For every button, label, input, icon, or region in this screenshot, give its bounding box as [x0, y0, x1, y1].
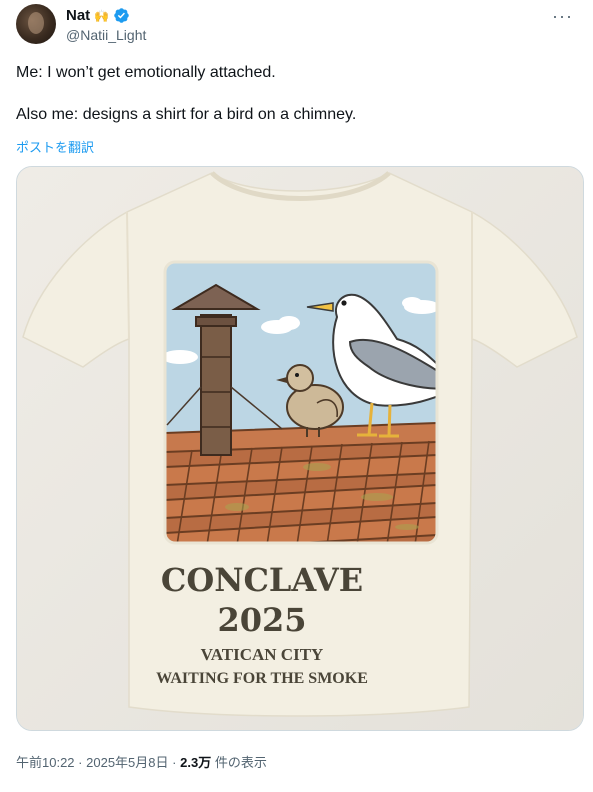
post-time[interactable]: 午前10:22: [16, 755, 75, 770]
meta-separator: ·: [172, 755, 177, 770]
verified-badge-icon: [114, 8, 129, 23]
post-date[interactable]: 2025年5月8日: [86, 755, 168, 770]
tshirt-illustration: CONCLAVE 2025 VATICAN CITY WAITING FOR T…: [17, 167, 583, 730]
shirt-year: 2025: [217, 601, 306, 639]
more-horizontal-icon[interactable]: ···: [552, 6, 573, 27]
translate-post-link[interactable]: ポストを翻訳: [16, 137, 94, 156]
tweet-media-image[interactable]: CONCLAVE 2025 VATICAN CITY WAITING FOR T…: [16, 166, 584, 731]
views-count: 2.3万: [180, 755, 212, 770]
tweet-header: Nat 🙌 @Natii_Light ···: [16, 0, 577, 52]
author-name-row: Nat 🙌: [66, 7, 130, 24]
tweet-text: Me: I won’t get emotionally attached. Al…: [16, 62, 576, 125]
shirt-line-2: WAITING FOR THE SMOKE: [156, 670, 368, 687]
meta-separator: ·: [78, 755, 83, 770]
tweet-line-2: Also me: designs a shirt for a bird on a…: [16, 106, 357, 123]
raised-hands-icon: 🙌: [94, 8, 110, 23]
tweet-line-1: Me: I won’t get emotionally attached.: [16, 64, 276, 81]
shirt-title: CONCLAVE: [161, 561, 363, 599]
views-label: 件の表示: [214, 755, 267, 770]
author-handle[interactable]: @Natii_Light: [66, 27, 146, 43]
display-name[interactable]: Nat: [66, 7, 90, 24]
avatar[interactable]: [16, 4, 56, 44]
shirt-print-art: [165, 262, 437, 543]
tweet-metadata: 午前10:22 · 2025年5月8日 · 2.3万 件の表示: [16, 752, 267, 771]
shirt-line-1: VATICAN CITY: [201, 645, 324, 664]
